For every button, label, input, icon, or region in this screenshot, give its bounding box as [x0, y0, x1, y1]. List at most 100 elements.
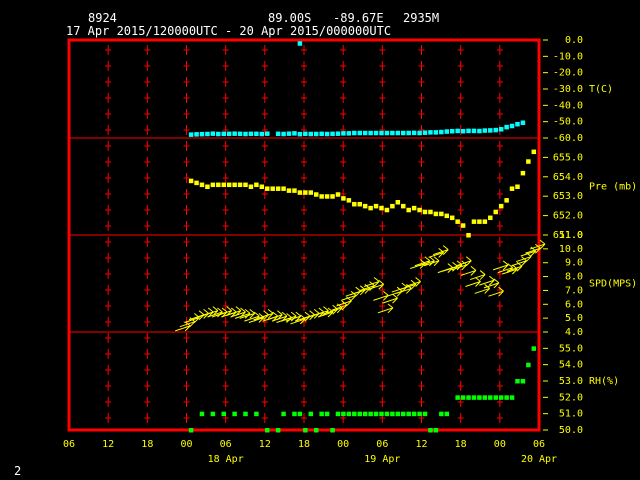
- pres-point: [335, 192, 341, 197]
- temp-point: [221, 131, 226, 137]
- wind-tick-label: 11.0: [559, 230, 583, 241]
- rh-tick-label: 54.0: [559, 360, 583, 371]
- temp-point: [254, 131, 259, 137]
- temp-point: [188, 132, 194, 137]
- rh-point: [493, 395, 498, 400]
- rh-tick-label: 50.0: [559, 425, 583, 436]
- rh-point: [265, 428, 270, 433]
- pres-point: [373, 203, 379, 209]
- temp-point: [368, 130, 373, 136]
- temp-point: [379, 130, 384, 136]
- rh-tick-label: 53.0: [559, 376, 583, 387]
- temp-point: [482, 128, 488, 133]
- wind-arrow: [175, 321, 191, 332]
- temp-point: [493, 127, 498, 133]
- pres-point: [330, 194, 335, 199]
- pres-tick-label: 654.0: [553, 172, 583, 183]
- pres-point: [199, 182, 205, 188]
- pres-point: [297, 190, 303, 195]
- pres-point: [493, 209, 498, 215]
- pres-point: [286, 188, 292, 193]
- rh-point: [488, 395, 493, 400]
- temp-point: [297, 131, 303, 137]
- pres-point: [237, 182, 243, 188]
- wind-arrow: [410, 259, 426, 269]
- temp-point: [417, 130, 422, 136]
- x-tick-label: 00: [180, 439, 192, 450]
- rh-point: [411, 411, 417, 417]
- rh-point: [362, 411, 368, 417]
- wind-tick-label: 4.0: [565, 327, 583, 338]
- temp-point: [194, 132, 199, 137]
- temp-point: [466, 128, 471, 134]
- pres-point: [509, 186, 515, 191]
- temp-point: [488, 128, 493, 133]
- pres-point: [395, 200, 401, 205]
- wind-tick-label: 5.0: [565, 313, 583, 324]
- rh-point: [498, 395, 504, 400]
- rh-point: [357, 411, 362, 417]
- pres-point: [488, 215, 493, 221]
- wind-arrow: [373, 290, 389, 301]
- x-tick-label: 12: [415, 439, 427, 450]
- temp-point: [243, 131, 248, 137]
- pres-point: [531, 149, 537, 155]
- rh-point: [292, 411, 297, 417]
- pres-point: [254, 182, 259, 188]
- pres-tick-label: 652.0: [553, 211, 583, 222]
- wind-arrow: [377, 303, 394, 314]
- pres-point: [210, 182, 216, 188]
- x-tick-label: 06: [63, 439, 75, 450]
- temp-tick-label: -30.0: [553, 84, 583, 95]
- rh-point: [352, 411, 357, 417]
- rh-point: [379, 411, 384, 417]
- wind-arrow: [428, 248, 444, 258]
- rh-point: [515, 379, 520, 384]
- temp-point: [341, 131, 346, 136]
- rh-point: [243, 411, 248, 417]
- temp-point: [515, 121, 520, 127]
- temp-point: [428, 130, 433, 135]
- pres-point: [406, 207, 411, 213]
- pres-point: [270, 186, 275, 191]
- temp-point: [319, 131, 324, 137]
- temp-point: [362, 130, 368, 136]
- wind-arrow: [386, 286, 403, 297]
- temp-point: [205, 131, 210, 137]
- pres-point: [243, 182, 248, 188]
- pres-tick-label: 655.0: [553, 152, 583, 163]
- pres-point: [422, 209, 428, 215]
- temp-point: [210, 131, 216, 136]
- pres-point: [275, 186, 281, 191]
- temp-point: [216, 131, 221, 137]
- rh-point: [319, 411, 324, 417]
- pres-point: [515, 184, 520, 189]
- temp-point: [422, 130, 428, 135]
- pres-point: [368, 205, 373, 211]
- temp-point: [286, 131, 292, 136]
- temp-point: [324, 131, 330, 137]
- temp-point: [401, 130, 406, 136]
- x-tick-label: 00: [494, 439, 506, 450]
- pres-point: [449, 215, 455, 221]
- pres-point: [341, 196, 346, 201]
- x-tick-label: 00: [337, 439, 349, 450]
- temp-point: [237, 131, 243, 137]
- temp-point: [352, 130, 357, 136]
- pres-point: [346, 198, 352, 203]
- rh-point: [439, 411, 444, 417]
- wind-arrow: [474, 284, 491, 294]
- x-tick-label: 18: [455, 439, 467, 450]
- x-tick-label: 18: [298, 439, 310, 450]
- pres-point: [216, 182, 221, 188]
- rh-point: [275, 428, 281, 433]
- rh-point: [254, 411, 259, 417]
- temp-point: [460, 128, 466, 134]
- rh-tick-label: 52.0: [559, 392, 583, 403]
- pres-point: [303, 190, 308, 195]
- pres-point: [455, 219, 460, 224]
- rh-point: [526, 362, 531, 368]
- temp-point: [509, 123, 515, 129]
- rh-point: [373, 411, 379, 417]
- temp-tick-label: -10.0: [553, 51, 583, 62]
